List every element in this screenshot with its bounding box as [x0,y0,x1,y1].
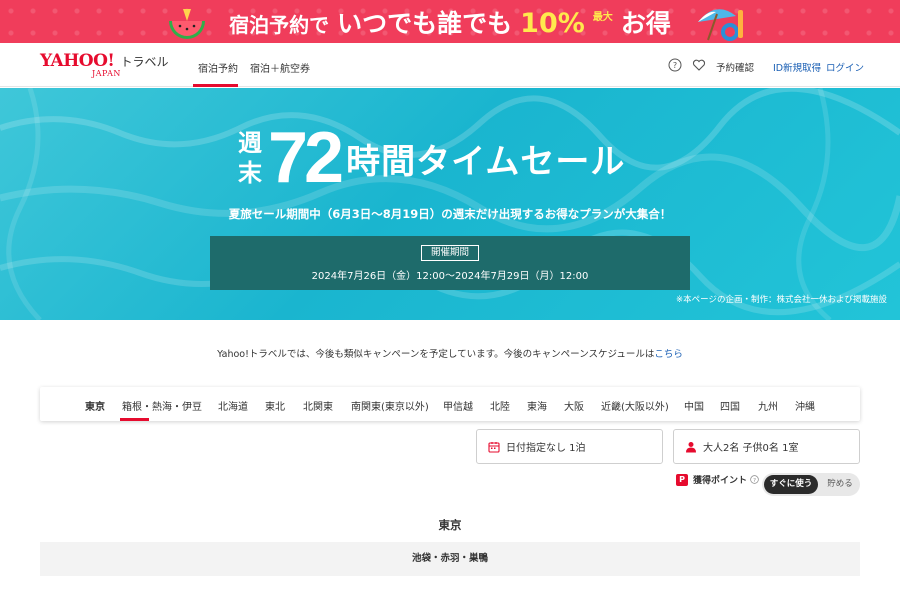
logo-japan-text: JAPAN [92,69,121,78]
tab-hotel-booking[interactable]: 宿泊予約 [198,60,238,75]
svg-text:?: ? [673,61,677,70]
promo-text-1: 宿泊予約で [229,12,330,37]
use-now-option[interactable]: すぐに使う [764,475,818,494]
sale-period-box: 開催期間 2024年7月26日（金）12:00〜2024年7月29日（月）12:… [210,236,690,290]
logo-travel-text: トラベル [120,55,169,69]
hero-title: 週 末 72 時間タイムセール [238,118,625,198]
watermelon-icon [169,9,205,39]
region-tab-tohoku[interactable]: 東北 [265,398,285,413]
region-tab-chugoku[interactable]: 中国 [684,398,704,413]
period-label: 開催期間 [421,245,479,261]
site-header: YAHOO! トラベル JAPAN 宿泊予約 宿泊＋航空券 ? 予約確認 ID新… [0,43,900,87]
points-toggle[interactable]: すぐに使う 貯める [762,473,860,496]
region-tab-shikoku[interactable]: 四国 [720,398,740,413]
region-tab-minami-kanto[interactable]: 南関東(東京以外) [351,398,429,413]
hero-week-top: 週 [238,129,262,157]
region-tab-tokai[interactable]: 東海 [527,398,547,413]
date-field[interactable]: 日付指定なし 1泊 [476,429,663,464]
area-heading: 東京 [438,518,462,532]
region-tab-okinawa[interactable]: 沖縄 [795,398,815,413]
promo-text-2: いつでも誰でも [337,8,513,38]
login-link[interactable]: ログイン [826,60,864,74]
region-tab-kita-kanto[interactable]: 北関東 [303,398,333,413]
help-icon[interactable]: ? [750,475,759,484]
reservation-check-link[interactable]: 予約確認 [716,60,754,74]
hero-title-rest: 時間タイムセール [346,141,626,182]
period-dates: 2024年7月26日（金）12:00〜2024年7月29日（月）12:00 [311,271,589,282]
signup-link[interactable]: ID新規取得 [773,60,821,74]
promo-text-3: お得 [620,8,671,38]
tab-hotel-flight[interactable]: 宿泊＋航空券 [250,60,310,75]
region-active-indicator [120,418,149,421]
region-tab-hakone[interactable]: 箱根・熱海・伊豆 [122,398,202,413]
region-tab-bar: 東京 箱根・熱海・伊豆 北海道 東北 北関東 南関東(東京以外) 甲信越 北陸 … [40,387,860,421]
promo-percent: 10% [520,7,585,39]
hero-hours: 72 [268,118,344,198]
hero-banner: 週 末 72 時間タイムセール 夏旅セール期間中（6月3日〜8月19日）の週末だ… [0,88,900,320]
campaign-notice: Yahoo!トラベルでは、今後も類似キャンペーンを予定しています。今後のキャンペ… [0,346,900,360]
notice-text: Yahoo!トラベルでは、今後も類似キャンペーンを予定しています。今後のキャンペ… [217,349,655,360]
svg-text:?: ? [753,478,756,484]
guests-field[interactable]: 大人2名 子供0名 1室 [673,429,860,464]
region-tab-kinki[interactable]: 近畿(大阪以外) [601,398,669,413]
region-tab-koshinetsu[interactable]: 甲信越 [443,398,473,413]
tab-active-indicator [193,84,238,87]
area-list-item[interactable]: 池袋・赤羽・巣鴨 [40,542,860,576]
person-icon [686,441,696,452]
points-label: 獲得ポイント [693,476,748,486]
beach-parasol-icon [698,9,743,41]
promo-banner[interactable]: 宿泊予約で いつでも誰でも 10% 最大 お得 [0,0,900,43]
points-icon: P [676,473,688,486]
heart-icon[interactable] [692,58,706,72]
region-tab-tokyo[interactable]: 東京 [85,398,105,413]
hero-week-bottom: 末 [238,159,262,187]
hero-weekend: 週 末 [238,128,262,188]
promo-max-label: 最大 [592,11,613,23]
region-tab-osaka[interactable]: 大阪 [564,398,584,413]
hero-subtitle: 夏旅セール期間中（6月3日〜8月19日）の週末だけ出現するお得なプランが大集合！ [228,207,672,221]
calendar-icon [488,441,500,453]
region-tab-kyushu[interactable]: 九州 [758,398,778,413]
schedule-link[interactable]: こちら [654,349,683,360]
guests-field-value: 大人2名 子供0名 1室 [703,443,799,454]
hero-note: ※本ページの企画・制作：株式会社一休および掲載施設 [676,295,887,305]
date-field-value: 日付指定なし 1泊 [506,443,586,454]
save-points-option[interactable]: 貯める [822,475,858,494]
logo-yahoo-text: YAHOO! [40,51,115,71]
region-tab-hokkaido[interactable]: 北海道 [218,398,248,413]
yahoo-travel-logo[interactable]: YAHOO! トラベル JAPAN [40,51,169,78]
points-row: P 獲得ポイント ? [676,473,759,486]
region-tab-hokuriku[interactable]: 北陸 [490,398,510,413]
help-icon[interactable]: ? [668,58,682,72]
